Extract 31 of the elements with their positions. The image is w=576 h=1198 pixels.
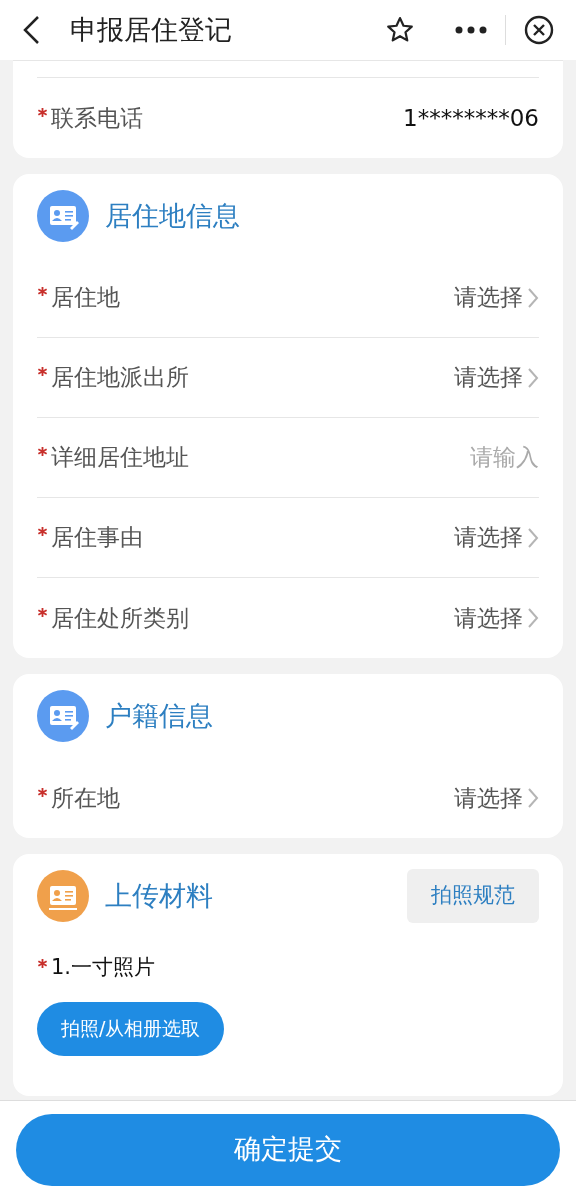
field-label: 详细居住地址 — [51, 443, 189, 473]
section-title: 上传材料 — [105, 878, 213, 913]
section-title: 户籍信息 — [105, 698, 213, 733]
select-value[interactable]: 请选择 — [454, 780, 523, 816]
chevron-right-icon — [527, 286, 539, 309]
field-value: 1********06 — [403, 103, 539, 133]
select-value[interactable]: 请选择 — [454, 520, 523, 555]
input-field[interactable]: 请输入 — [319, 440, 539, 475]
upload-photo-button[interactable]: 拍照/从相册选取 — [37, 1001, 225, 1056]
select-value[interactable]: 请选择 — [454, 600, 523, 636]
item-label: 1.一寸照片 — [51, 954, 156, 981]
submit-button[interactable]: 确定提交 — [16, 1113, 560, 1186]
close-icon[interactable] — [524, 15, 554, 45]
photo-guide-button[interactable]: 拍照规范 — [407, 869, 539, 923]
chevron-right-icon — [527, 366, 539, 389]
back-icon[interactable] — [22, 15, 40, 45]
select-value[interactable]: 请选择 — [454, 360, 523, 395]
more-icon[interactable] — [455, 26, 487, 34]
field-label: 居住地派出所 — [51, 363, 189, 393]
chevron-right-icon — [527, 607, 539, 629]
chevron-right-icon — [527, 526, 539, 549]
section-title: 居住地信息 — [105, 198, 240, 233]
star-icon[interactable] — [385, 15, 415, 45]
field-label: 所在地 — [51, 783, 120, 813]
field-label: 居住处所类别 — [51, 603, 189, 633]
field-label: 居住地 — [51, 283, 120, 313]
chevron-right-icon — [527, 787, 539, 809]
field-label: 联系电话 — [51, 103, 143, 133]
page-title: 申报居住登记 — [70, 12, 232, 47]
select-value[interactable]: 请选择 — [454, 280, 523, 315]
field-label: 居住事由 — [51, 523, 143, 553]
